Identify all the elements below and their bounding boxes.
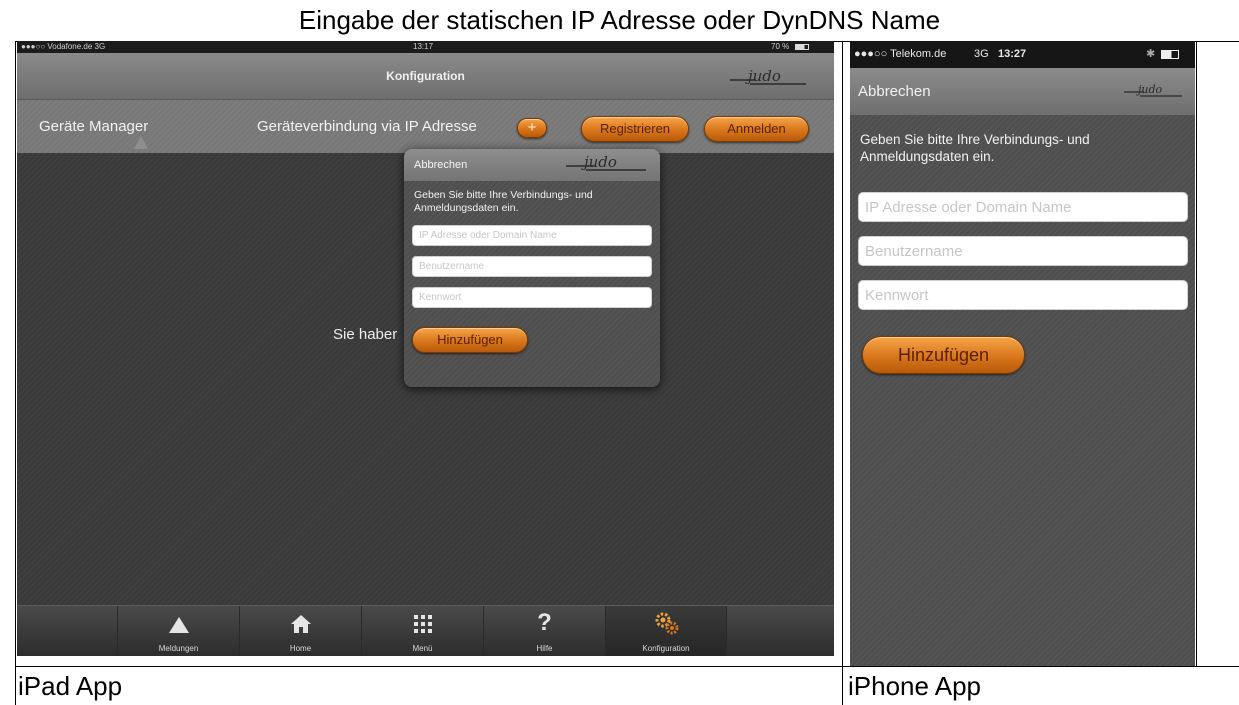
iphone-time: 13:27 (998, 48, 1027, 60)
iphone-carrier: ●●●○○ Telekom.de (854, 48, 947, 60)
ipad-tab-bar: Meldungen Home Menü ? Hilfe Konfiguratio… (17, 605, 834, 656)
ipad-screen: ●●●○○ Vodafone.de 3G 13:17 70 % Konfigur… (17, 41, 834, 656)
frame-rule-right (1196, 41, 1197, 667)
ipad-time: 13:17 (413, 42, 434, 51)
warning-icon (169, 617, 189, 633)
iphone-nav-bar: Abbrechen judo (850, 68, 1195, 115)
register-button[interactable]: Registrieren (581, 116, 689, 142)
password-input[interactable] (858, 280, 1188, 310)
connection-label: Geräteverbindung via IP Adresse (257, 118, 477, 135)
ipad-status-bar: ●●●○○ Vodafone.de 3G 13:17 70 % (17, 41, 834, 53)
add-device-button[interactable]: Hinzufügen (412, 327, 528, 353)
tab-label: Home (289, 644, 312, 653)
battery-icon (795, 44, 809, 50)
popover-arrow (134, 136, 148, 149)
grid-icon (414, 615, 432, 633)
add-device-button[interactable]: Hinzufügen (862, 336, 1025, 374)
iphone-content-area: Geben Sie bitte Ihre Verbindungs- und An… (850, 115, 1195, 666)
gears-icon (655, 612, 679, 635)
popover-body: Geben Sie bitte Ihre Verbindungs- und An… (404, 181, 660, 387)
help-icon: ? (537, 609, 552, 636)
login-button[interactable]: Anmelden (704, 116, 809, 142)
frame-rule-middle (842, 41, 843, 705)
judo-logo-icon: judo (566, 154, 646, 171)
document-title: Eingabe der statischen IP Adresse oder D… (298, 5, 941, 35)
judo-logo-text: judo (581, 154, 617, 171)
iphone-status-bar: ●●●○○ Telekom.de 3G 13:27 ✱ (850, 41, 1195, 68)
tab-meldungen[interactable]: Meldungen (117, 606, 239, 656)
device-manager-label: Geräte Manager (39, 118, 149, 135)
ipad-caption: iPad App (18, 671, 123, 701)
home-icon (291, 615, 311, 633)
battery-icon (1161, 50, 1179, 59)
ip-address-input[interactable] (412, 225, 652, 246)
plus-icon: + (527, 119, 537, 136)
iphone-instructions: Geben Sie bitte Ihre Verbindungs- und An… (860, 132, 1090, 164)
judo-logo-icon: judo (1124, 83, 1182, 97)
password-input[interactable] (412, 287, 652, 308)
nav-title: Konfiguration (386, 69, 465, 83)
background-message: Sie haber (333, 326, 398, 343)
tab-label: Menü (412, 644, 433, 653)
tab-konfiguration[interactable]: Konfiguration (605, 606, 727, 656)
username-input[interactable] (858, 236, 1188, 266)
add-device-popover: Abbrechen judo Geben Sie bitte Ihre Verb… (404, 149, 660, 387)
popover-header: Abbrechen judo (404, 149, 660, 181)
tab-label: Hilfe (536, 644, 553, 653)
tab-home[interactable]: Home (239, 606, 361, 656)
add-connection-button[interactable]: + (517, 118, 547, 138)
tab-label: Meldungen (158, 644, 199, 653)
frame-rule-caption (15, 666, 1239, 667)
frame-rule-left (15, 41, 16, 705)
popover-cancel-button[interactable]: Abbrechen (414, 159, 467, 171)
iphone-cancel-button[interactable]: Abbrechen (858, 83, 931, 100)
bluetooth-icon: ✱ (1146, 48, 1156, 60)
tab-menu[interactable]: Menü (361, 606, 483, 656)
ip-address-input[interactable] (858, 192, 1188, 222)
iphone-caption: iPhone App (848, 671, 982, 701)
judo-logo-text: judo (1135, 83, 1163, 96)
username-input[interactable] (412, 256, 652, 277)
ipad-battery: 70 % (771, 42, 790, 51)
ipad-nav-bar: Konfiguration judo (17, 53, 834, 100)
tab-hilfe[interactable]: ? Hilfe (483, 606, 605, 656)
judo-logo-icon: judo (730, 68, 806, 85)
tab-label: Konfiguration (642, 644, 690, 653)
popover-instructions: Geben Sie bitte Ihre Verbindungs- und An… (414, 189, 593, 214)
judo-logo-text: judo (745, 68, 781, 85)
iphone-network: 3G (974, 48, 989, 60)
iphone-screen: ●●●○○ Telekom.de 3G 13:27 ✱ Abbrechen ju… (850, 41, 1195, 666)
ipad-carrier: ●●●○○ Vodafone.de 3G (21, 42, 106, 51)
